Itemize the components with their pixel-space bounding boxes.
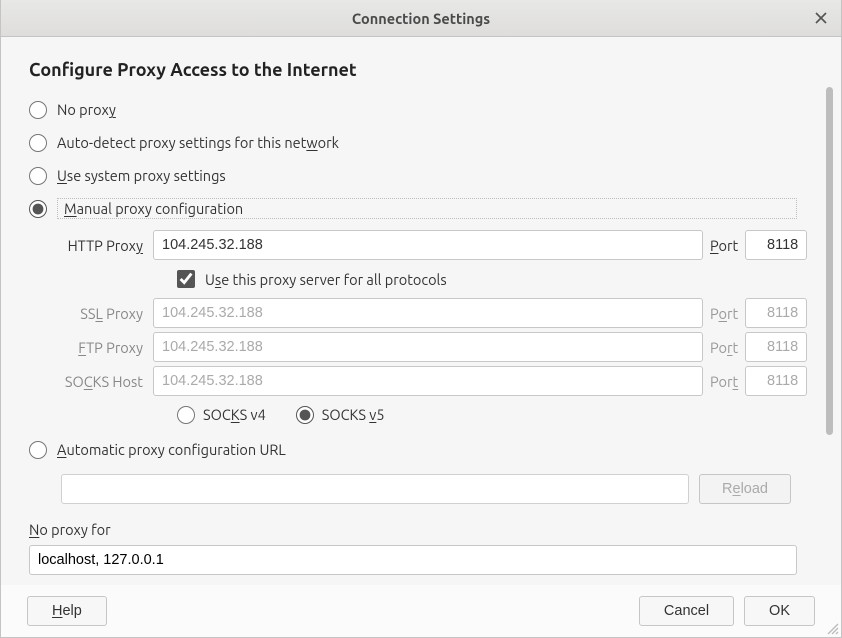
socks-v4-label: SOCKS v4 (203, 406, 266, 423)
page-heading: Configure Proxy Access to the Internet (29, 60, 813, 80)
content-scroll-area: Configure Proxy Access to the Internet N… (1, 37, 841, 585)
window-title: Connection Settings (352, 10, 490, 27)
share-proxy-label: Use this proxy server for all protocols (205, 271, 447, 288)
system-proxy-radio[interactable] (29, 167, 47, 185)
ftp-port-input (745, 332, 807, 362)
http-proxy-label: HTTP Proxy (57, 237, 149, 254)
help-button[interactable]: Help (27, 596, 107, 626)
connection-settings-dialog: Connection Settings Configure Proxy Acce… (0, 0, 842, 638)
no-proxy-radio[interactable] (29, 101, 47, 119)
system-proxy-label: Use system proxy settings (57, 167, 226, 184)
share-proxy-checkbox[interactable] (177, 270, 195, 288)
auto-detect-label: Auto-detect proxy settings for this netw… (57, 134, 339, 151)
manual-proxy-radio[interactable] (29, 200, 47, 218)
ssl-proxy-input (153, 298, 703, 328)
socks-port-label: Port (710, 373, 738, 390)
socks-v4-radio[interactable] (177, 406, 195, 424)
ok-button[interactable]: OK (744, 596, 815, 626)
pac-url-radio[interactable] (29, 441, 47, 459)
socks-port-input (745, 366, 807, 396)
socks-v5-radio[interactable] (296, 406, 314, 424)
socks-v5-label: SOCKS v5 (322, 406, 385, 423)
dialog-footer: Help Cancel OK (1, 585, 841, 637)
close-icon (815, 10, 827, 27)
manual-proxy-label: Manual proxy configuration (57, 198, 797, 219)
ssl-port-label: Port (710, 305, 738, 322)
reload-button: Reload (699, 474, 791, 504)
close-button[interactable] (811, 8, 831, 28)
ssl-proxy-label: SSL Proxy (57, 305, 149, 322)
ftp-port-label: Port (710, 339, 738, 356)
http-port-input[interactable] (745, 230, 807, 260)
resize-grip-icon[interactable] (825, 621, 839, 635)
cancel-button[interactable]: Cancel (639, 596, 734, 626)
no-proxy-for-label: No proxy for (29, 521, 813, 538)
titlebar: Connection Settings (1, 0, 841, 37)
vertical-scrollbar[interactable] (826, 87, 833, 557)
socks-host-label: SOCKS Host (57, 373, 149, 390)
no-proxy-label: No proxy (57, 101, 116, 118)
pac-url-input (61, 474, 689, 504)
ftp-proxy-label: FTP Proxy (57, 339, 149, 356)
pac-url-label: Automatic proxy configuration URL (57, 441, 286, 458)
socks-host-input (153, 366, 703, 396)
http-proxy-input[interactable] (153, 230, 703, 260)
no-proxy-for-input[interactable] (29, 545, 797, 575)
auto-detect-radio[interactable] (29, 134, 47, 152)
scrollbar-thumb[interactable] (826, 87, 833, 435)
ssl-port-input (745, 298, 807, 328)
http-port-label: Port (710, 237, 738, 254)
ftp-proxy-input (153, 332, 703, 362)
